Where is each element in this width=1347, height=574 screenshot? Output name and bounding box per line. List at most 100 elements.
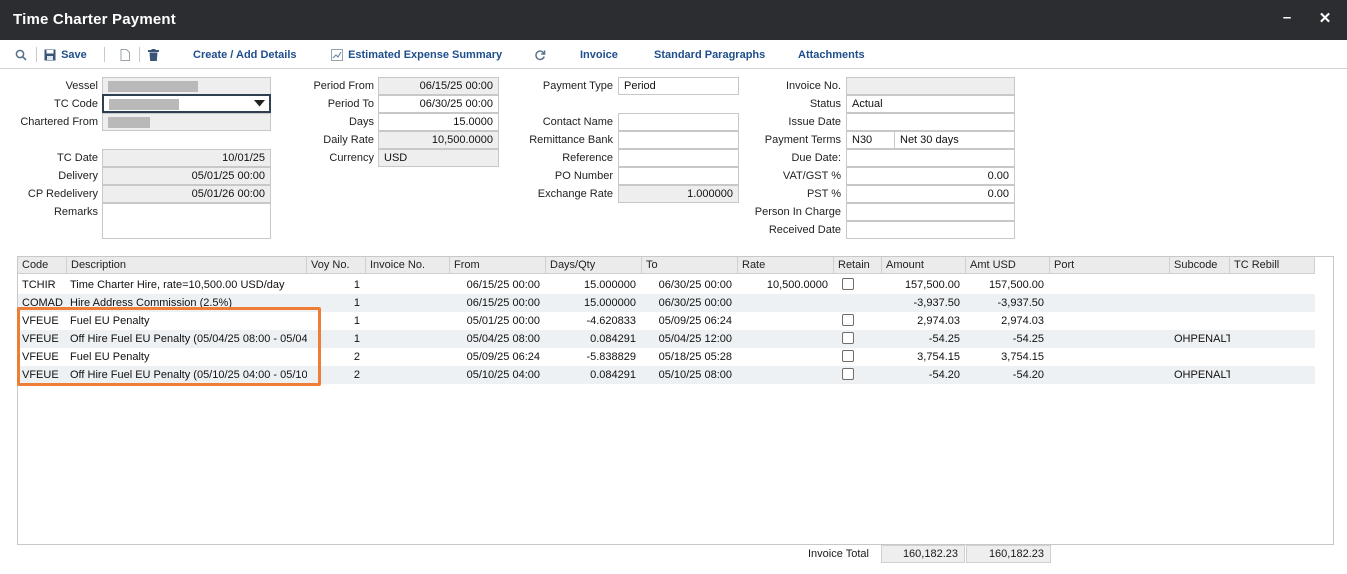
column-header-amt-usd[interactable]: Amt USD — [966, 257, 1050, 274]
column-header-amount[interactable]: Amount — [882, 257, 966, 274]
refresh-icon[interactable] — [534, 47, 546, 63]
days-field[interactable]: 15.0000 — [378, 113, 499, 131]
cell-rate — [738, 294, 828, 312]
column-header-code[interactable]: Code — [18, 257, 67, 274]
cell-rate: 10,500.0000 — [766, 279, 828, 291]
cell-code: VFEUE — [22, 369, 59, 381]
due-date-field[interactable] — [846, 149, 1015, 167]
cell-subcode — [1174, 348, 1230, 366]
cell-from: 05/09/25 06:24 — [466, 351, 540, 363]
column-header-days-qty[interactable]: Days/Qty — [546, 257, 642, 274]
estimated-expense-summary-button[interactable]: Estimated Expense Summary — [331, 47, 502, 63]
cell-code: VFEUE — [22, 333, 59, 345]
delivery-field[interactable]: 05/01/25 00:00 — [102, 167, 271, 185]
remarks-textarea[interactable] — [102, 203, 271, 239]
table-row[interactable]: VFEUE Off Hire Fuel EU Penalty (05/10/25… — [18, 366, 1315, 384]
cell-days-qty: -5.838829 — [586, 351, 636, 363]
table-row[interactable]: VFEUE Fuel EU Penalty 1 05/01/25 00:00 -… — [18, 312, 1315, 330]
retain-checkbox[interactable] — [842, 278, 854, 290]
cell-from: 06/15/25 00:00 — [466, 279, 540, 291]
save-button[interactable]: Save — [44, 47, 87, 63]
cell-to: 06/30/25 00:00 — [658, 297, 732, 309]
retain-checkbox[interactable] — [842, 332, 854, 344]
remittance-bank-label: Remittance Bank — [529, 134, 613, 146]
column-header-from[interactable]: From — [450, 257, 546, 274]
cell-days-qty: 15.000000 — [584, 279, 636, 291]
delete-icon[interactable] — [148, 47, 159, 63]
cell-voy-no: 2 — [353, 369, 360, 381]
column-header-description[interactable]: Description — [67, 257, 307, 274]
column-header-retain[interactable]: Retain — [834, 257, 882, 274]
issue-date-field[interactable] — [846, 113, 1015, 131]
table-row[interactable]: VFEUE Fuel EU Penalty 2 05/09/25 06:24 -… — [18, 348, 1315, 366]
column-header-to[interactable]: To — [642, 257, 738, 274]
column-header-rate[interactable]: Rate — [738, 257, 834, 274]
column-header-port[interactable]: Port — [1050, 257, 1170, 274]
period-to-field[interactable]: 06/30/25 00:00 — [378, 95, 499, 113]
vat-gst-field[interactable]: 0.00 — [846, 167, 1015, 185]
toolbar-divider — [104, 47, 105, 62]
po-number-field[interactable] — [618, 167, 739, 185]
currency-label: Currency — [329, 152, 374, 164]
column-header-subcode[interactable]: Subcode — [1170, 257, 1230, 274]
table-row[interactable]: VFEUE Off Hire Fuel EU Penalty (05/04/25… — [18, 330, 1315, 348]
cell-days-qty: 0.084291 — [590, 333, 636, 345]
table-row[interactable]: COMAD Hire Address Commission (2.5%) 1 0… — [18, 294, 1315, 312]
daily-rate-field[interactable]: 10,500.0000 — [378, 131, 499, 149]
chartered-from-label: Chartered From — [20, 116, 98, 128]
invoice-no-field[interactable] — [846, 77, 1015, 95]
pst-field[interactable]: 0.00 — [846, 185, 1015, 203]
currency-field[interactable]: USD — [378, 149, 499, 167]
tc-date-label: TC Date — [57, 152, 98, 164]
minimize-button[interactable]: – — [1277, 9, 1297, 29]
retain-checkbox[interactable] — [842, 350, 854, 362]
status-field[interactable]: Actual — [846, 95, 1015, 113]
cell-subcode — [1174, 276, 1230, 294]
tc-date-field[interactable]: 10/01/25 — [102, 149, 271, 167]
invoice-button[interactable]: Invoice — [580, 47, 618, 63]
contact-name-label: Contact Name — [542, 116, 613, 128]
standard-paragraphs-button[interactable]: Standard Paragraphs — [654, 47, 765, 63]
remarks-label: Remarks — [53, 206, 98, 218]
contact-name-field[interactable] — [618, 113, 739, 131]
cell-amount: 157,500.00 — [904, 279, 960, 291]
retain-checkbox[interactable] — [842, 368, 854, 380]
tc-code-select[interactable] — [102, 94, 271, 113]
column-header-tc-rebill[interactable]: TC Rebill — [1230, 257, 1315, 274]
column-header-voy-no[interactable]: Voy No. — [307, 257, 366, 274]
close-button[interactable]: ✕ — [1315, 9, 1335, 29]
cell-description: Fuel EU Penalty — [70, 315, 150, 327]
retain-checkbox[interactable] — [842, 314, 854, 326]
remittance-bank-field[interactable] — [618, 131, 739, 149]
cell-subcode: OHPENALT — [1174, 369, 1230, 381]
vat-gst-label: VAT/GST % — [782, 170, 841, 182]
table-row[interactable]: TCHIR Time Charter Hire, rate=10,500.00 … — [18, 276, 1315, 294]
attachments-button[interactable]: Attachments — [798, 47, 865, 63]
cell-amt-usd: -54.20 — [1012, 369, 1044, 381]
column-header-invoice-no[interactable]: Invoice No. — [366, 257, 450, 274]
cell-to: 05/18/25 05:28 — [658, 351, 732, 363]
delivery-label: Delivery — [58, 170, 98, 182]
payment-terms-desc-field[interactable]: Net 30 days — [894, 131, 1015, 149]
person-in-charge-field[interactable] — [846, 203, 1015, 221]
chartered-from-field[interactable] — [102, 113, 271, 131]
vessel-label: Vessel — [65, 80, 98, 92]
redacted-value — [109, 98, 179, 110]
status-label: Status — [809, 98, 841, 110]
due-date-label: Due Date: — [791, 152, 841, 164]
search-icon[interactable] — [15, 47, 27, 63]
reference-field[interactable] — [618, 149, 739, 167]
issue-date-label: Issue Date — [788, 116, 841, 128]
received-date-field[interactable] — [846, 221, 1015, 239]
period-from-field[interactable]: 06/15/25 00:00 — [378, 77, 499, 95]
cp-redelivery-field[interactable]: 05/01/26 00:00 — [102, 185, 271, 203]
exchange-rate-field[interactable]: 1.000000 — [618, 185, 739, 203]
create-add-details-button[interactable]: Create / Add Details — [193, 47, 297, 63]
payment-type-field[interactable]: Period — [618, 77, 739, 95]
daily-rate-label: Daily Rate — [323, 134, 374, 146]
payment-terms-code-field[interactable]: N30 — [846, 131, 895, 149]
copy-icon[interactable] — [120, 47, 130, 63]
cell-from: 05/10/25 04:00 — [466, 369, 540, 381]
vessel-field[interactable] — [102, 77, 271, 95]
window-title: Time Charter Payment — [13, 11, 176, 28]
